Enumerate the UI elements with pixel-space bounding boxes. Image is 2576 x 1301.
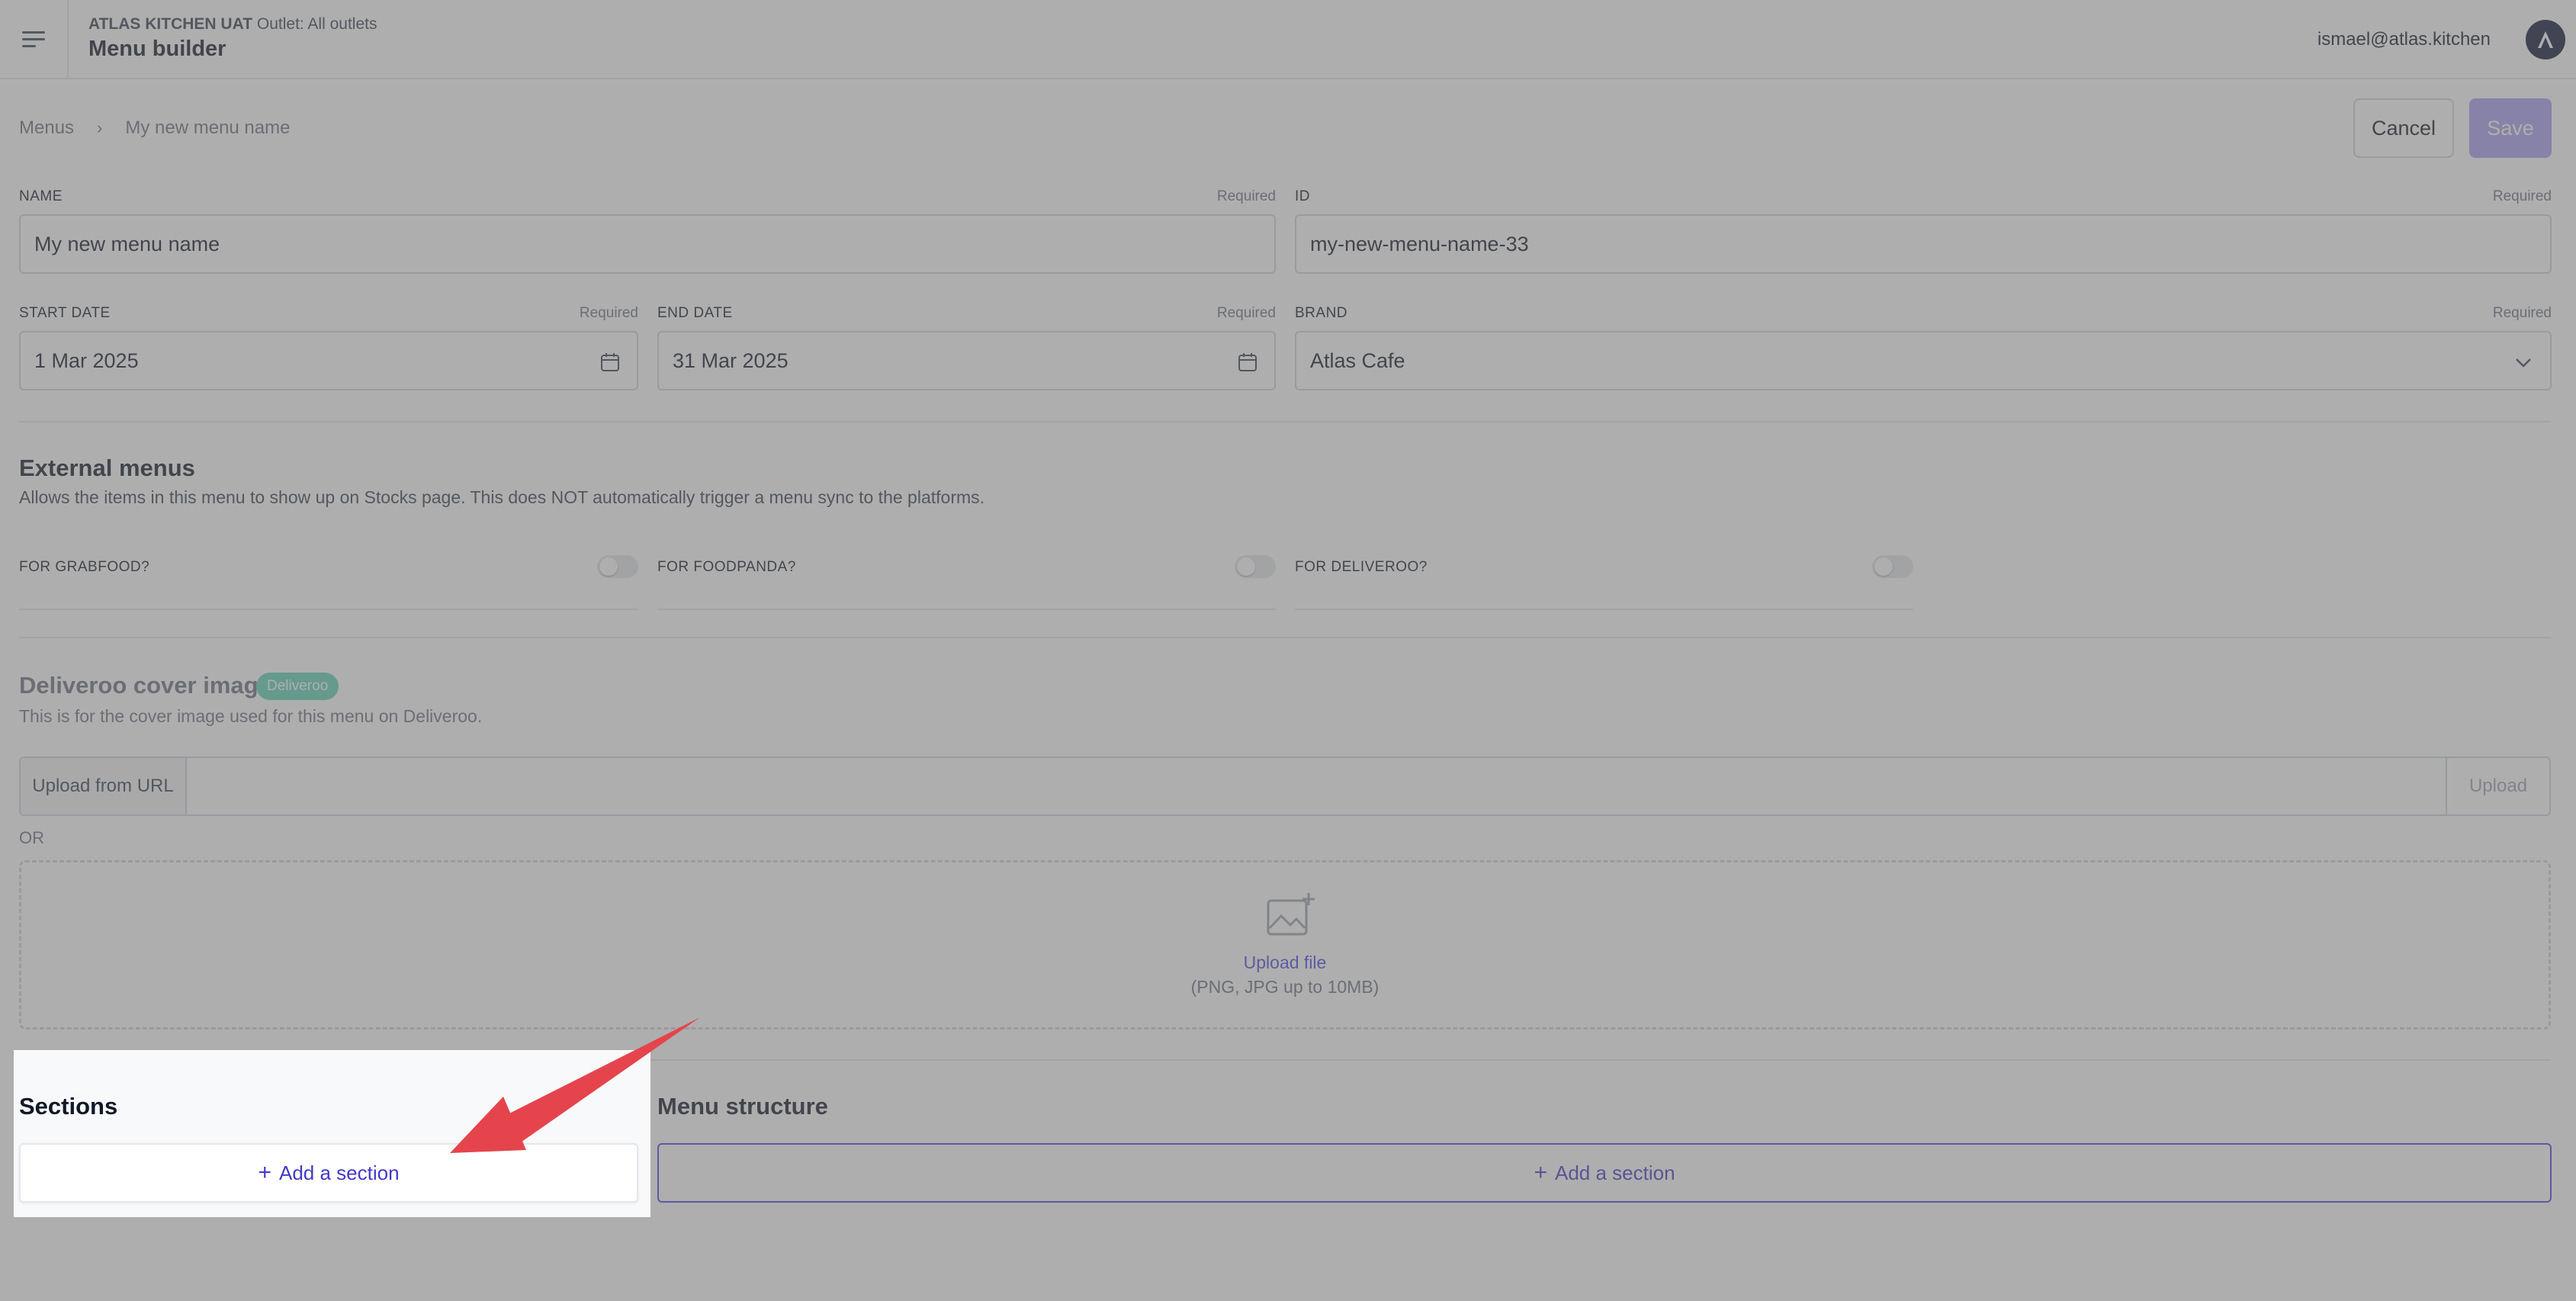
annotation-arrow-icon	[450, 1017, 700, 1153]
menu-builder-page: ATLAS KITCHEN UAT Outlet: All outlets Me…	[0, 0, 2576, 1301]
